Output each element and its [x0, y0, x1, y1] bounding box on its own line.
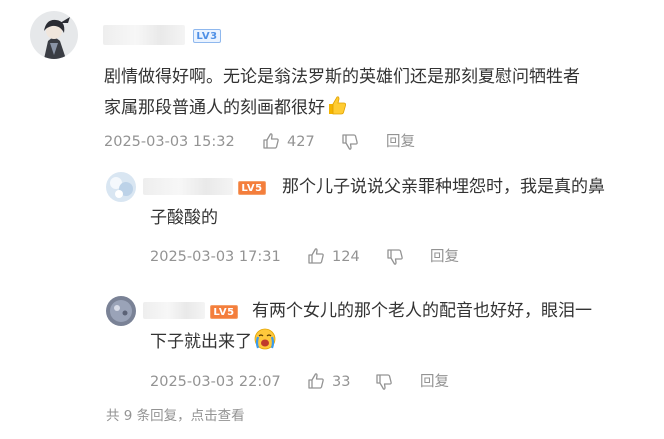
reply-button[interactable]: 回复: [386, 133, 415, 151]
reply-text-line2: 下子就出来了: [150, 332, 252, 352]
commenter-avatar[interactable]: [30, 11, 78, 59]
reply-text: 那个儿子说说父亲罪种埋怨时，我是真的鼻 子酸酸的: [150, 172, 650, 234]
reply-button[interactable]: 回复: [420, 373, 449, 391]
comment-text-line2: 家属那段普通人的刻画都很好: [104, 98, 325, 118]
thumbs-up-emoji-icon: [329, 96, 346, 115]
reply-timestamp: 2025-03-03 17:31: [150, 249, 281, 265]
comment-text: 剧情做得好啊。无论是翁法罗斯的英雄们还是那刻夏慰问牺牲者 家属那段普通人的刻画都…: [104, 62, 649, 124]
commenter-name-blurred[interactable]: [103, 25, 185, 45]
crying-face-emoji-icon: [254, 328, 276, 350]
like-icon[interactable]: [307, 247, 325, 265]
reply-text-line2: 子酸酸的: [150, 208, 218, 228]
reply-avatar[interactable]: [106, 296, 136, 326]
reply-timestamp: 2025-03-03 22:07: [150, 374, 281, 390]
comment-text-line1: 剧情做得好啊。无论是翁法罗斯的英雄们还是那刻夏慰问牺牲者: [104, 67, 580, 87]
like-count: 427: [287, 134, 315, 150]
reply-text: 有两个女儿的那个老人的配音也好好，眼泪一 下子就出来了: [150, 296, 650, 358]
comment-timestamp: 2025-03-03 15:32: [104, 134, 235, 150]
reply-avatar[interactable]: [106, 172, 136, 202]
reply-button[interactable]: 回复: [430, 248, 459, 266]
dislike-icon[interactable]: [341, 133, 359, 151]
like-count: 124: [332, 249, 360, 265]
like-count: 33: [332, 374, 351, 390]
reply-text-line1: 有两个女儿的那个老人的配音也好好，眼泪一: [252, 301, 592, 321]
like-icon[interactable]: [262, 132, 280, 150]
dislike-icon[interactable]: [386, 248, 404, 266]
level-badge: LV3: [193, 29, 221, 43]
view-more-replies-link[interactable]: 共 9 条回复，点击查看: [106, 407, 245, 425]
dislike-icon[interactable]: [375, 373, 393, 391]
reply-text-line1: 那个儿子说说父亲罪种埋怨时，我是真的鼻: [282, 177, 605, 197]
like-icon[interactable]: [307, 372, 325, 390]
